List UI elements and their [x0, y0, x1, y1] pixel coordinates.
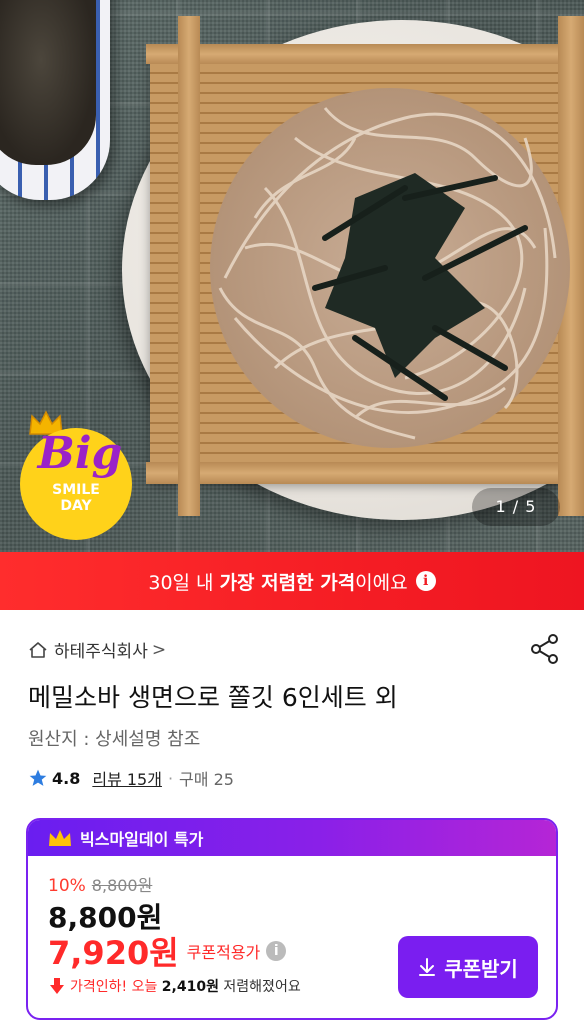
badge-line-2: DAY: [60, 498, 92, 514]
rating-value: 4.8: [52, 768, 81, 788]
coupon-price: 7,920원: [48, 934, 179, 972]
get-coupon-label: 쿠폰받기: [444, 958, 518, 981]
download-icon: [419, 958, 436, 976]
purchase-count: 구매 25: [179, 770, 234, 789]
banner-prefix: 30일 내: [148, 571, 220, 594]
seller-link[interactable]: 하테주식회사 >: [28, 637, 166, 662]
original-price: 8,800원: [91, 876, 153, 895]
rating-row: 4.8 리뷰 15개 · 구매 25: [28, 766, 234, 790]
share-icon[interactable]: [528, 632, 562, 666]
info-icon[interactable]: i: [266, 941, 287, 961]
price-drop-prefix: 가격인하! 오늘: [70, 979, 162, 995]
banner-suffix: 이에요: [355, 571, 408, 594]
image-counter: 1 / 5: [472, 488, 560, 526]
discount-percent: 10%: [48, 876, 86, 896]
discount-row: 10% 8,800원: [48, 872, 152, 896]
promo-card: 빅스마일데이 특가 10% 8,800원 8,800원 7,920원 쿠폰적용가…: [26, 818, 558, 1020]
price-drop-notice: 가격인하! 오늘 2,410원 저렴해졌어요: [48, 976, 301, 996]
mat-rail-bottom: [146, 462, 584, 484]
banner-bold: 가장 저렴한 가격: [219, 571, 356, 594]
coupon-price-row: 7,920원 쿠폰적용가 i: [48, 928, 287, 974]
promo-header: 빅스마일데이 특가: [28, 820, 556, 856]
seller-name: 하테주식회사: [54, 642, 148, 662]
dipping-sauce: [0, 0, 96, 165]
badge-line-1: SMILE: [52, 482, 100, 498]
price-drop-amount: 2,410원: [161, 979, 219, 995]
reviews-link[interactable]: 리뷰 15개: [92, 766, 162, 790]
separator-dot: ·: [167, 768, 174, 788]
crown-icon: [49, 830, 71, 846]
product-image-carousel[interactable]: Big SMILE DAY 1 / 5: [0, 0, 584, 552]
price-drop-suffix: 저렴해졌어요: [218, 979, 301, 995]
big-smile-day-badge: Big SMILE DAY: [20, 410, 138, 542]
home-icon: [29, 641, 47, 658]
star-icon: [29, 769, 47, 786]
product-title: 메밀소바 생면으로 쫄깃 6인세트 외: [28, 683, 398, 712]
soba-noodles-illustration: [210, 88, 570, 448]
promo-header-label: 빅스마일데이 특가: [80, 830, 204, 849]
mat-rail-left: [178, 16, 200, 516]
lowest-price-banner[interactable]: 30일 내 가장 저렴한 가격 이에요 ℹ: [0, 552, 584, 610]
arrow-down-icon: [50, 978, 64, 994]
product-origin: 원산지 : 상세설명 참조: [28, 729, 201, 750]
get-coupon-button[interactable]: 쿠폰받기: [398, 936, 538, 998]
badge-big-text: Big: [37, 428, 123, 479]
chevron-right-icon: >: [151, 639, 167, 660]
info-icon[interactable]: ℹ: [415, 571, 436, 591]
coupon-price-label: 쿠폰적용가: [186, 943, 261, 962]
mat-rail-top: [146, 44, 584, 64]
